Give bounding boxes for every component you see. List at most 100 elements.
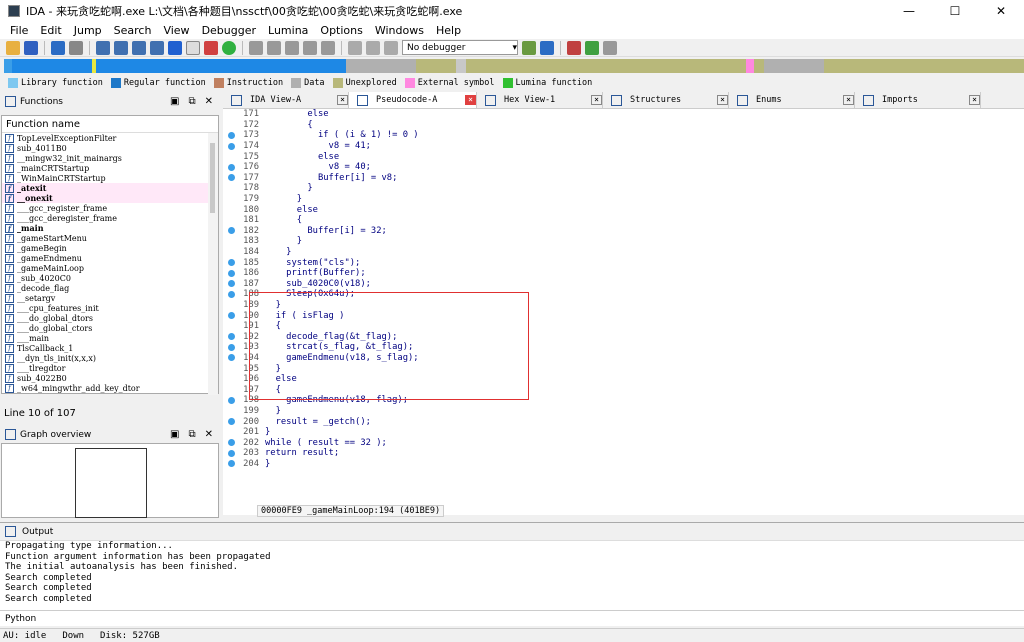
tab-close-icon[interactable]: × bbox=[717, 95, 728, 105]
pin-icon[interactable] bbox=[303, 40, 317, 55]
pause-icon[interactable] bbox=[366, 40, 380, 55]
menu-help[interactable]: Help bbox=[436, 24, 461, 37]
breakpoint-dot-icon[interactable] bbox=[228, 174, 235, 182]
code-line[interactable]: 203 return result; bbox=[223, 448, 1024, 459]
function-list-item[interactable]: f _WinMainCRTStartup bbox=[2, 173, 208, 183]
function-list-item[interactable]: f __dyn_tls_init(x,x,x) bbox=[2, 353, 208, 363]
code-text[interactable]: else bbox=[265, 205, 318, 215]
code-text[interactable]: { bbox=[265, 215, 302, 225]
jump-down-icon[interactable] bbox=[168, 40, 182, 55]
code-text[interactable]: result = _getch(); bbox=[265, 417, 371, 427]
breakpoint-dot-icon[interactable] bbox=[228, 439, 235, 447]
code-text[interactable]: system("cls"); bbox=[265, 258, 360, 268]
python-input-row[interactable]: Python bbox=[0, 610, 1024, 626]
code-line[interactable]: 185 system("cls"); bbox=[223, 257, 1024, 268]
breakpoint-dot-icon[interactable] bbox=[228, 163, 235, 171]
function-list-item[interactable]: f ___tlregdtor bbox=[2, 363, 208, 373]
panel-close-icon[interactable]: ✕ bbox=[205, 96, 213, 107]
breakpoint-dot-icon[interactable] bbox=[228, 111, 235, 118]
code-text[interactable]: printf(Buffer); bbox=[265, 268, 365, 278]
code-line[interactable]: 201} bbox=[223, 427, 1024, 438]
function-list-item[interactable]: f _w64_mingwthr_add_key_dtor bbox=[2, 383, 208, 393]
code-text[interactable]: v8 = 41; bbox=[265, 141, 371, 151]
tab-enums[interactable]: Enums × bbox=[729, 92, 855, 108]
breakpoint-dot-icon[interactable] bbox=[228, 386, 235, 393]
function-list-item[interactable]: f ___main bbox=[2, 333, 208, 343]
breakpoint-dot-icon[interactable] bbox=[228, 206, 235, 213]
code-line[interactable]: 187 sub_4020C0(v18); bbox=[223, 279, 1024, 290]
text-search-icon[interactable] bbox=[114, 40, 128, 55]
function-list-item[interactable]: f ___gcc_deregister_frame bbox=[2, 213, 208, 223]
minimize-button[interactable]: — bbox=[886, 0, 932, 22]
breakpoint-dot-icon[interactable] bbox=[228, 354, 235, 362]
code-line[interactable]: 204} bbox=[223, 459, 1024, 470]
breakpoint-dot-icon[interactable] bbox=[228, 196, 235, 203]
function-list-item[interactable]: f _mainCRTStartup bbox=[2, 163, 208, 173]
save-icon[interactable] bbox=[24, 40, 38, 55]
close-x-icon[interactable] bbox=[321, 40, 335, 55]
menu-file[interactable]: File bbox=[10, 24, 28, 37]
tab-pseudocode-a[interactable]: Pseudocode-A × bbox=[349, 92, 477, 108]
breakpoint-dot-icon[interactable] bbox=[228, 142, 235, 150]
breakpoint-dot-icon[interactable] bbox=[228, 301, 235, 308]
code-line[interactable]: 172 { bbox=[223, 120, 1024, 131]
function-list-item[interactable]: f ___do_global_ctors bbox=[2, 323, 208, 333]
code-text[interactable]: } bbox=[265, 427, 270, 437]
menu-edit[interactable]: Edit bbox=[40, 24, 61, 37]
stop-icon[interactable] bbox=[384, 40, 398, 55]
menu-search[interactable]: Search bbox=[114, 24, 152, 37]
code-text[interactable]: { bbox=[265, 120, 312, 130]
code-line[interactable]: 176 v8 = 40; bbox=[223, 162, 1024, 173]
close-button[interactable]: ✕ bbox=[978, 0, 1024, 22]
code-line[interactable]: 186 printf(Buffer); bbox=[223, 268, 1024, 279]
tab-close-icon[interactable]: × bbox=[843, 95, 854, 105]
immediate-search-icon[interactable] bbox=[132, 40, 146, 55]
function-list-item[interactable]: f __mingw32_init_mainargs bbox=[2, 153, 208, 163]
breakpoint-dot-icon[interactable] bbox=[228, 333, 235, 341]
panel-menu-icon[interactable]: ▣ bbox=[170, 96, 179, 107]
breakpoint-dot-icon[interactable] bbox=[228, 449, 235, 457]
breakpoint-dot-icon[interactable] bbox=[228, 269, 235, 277]
graph-icon[interactable] bbox=[204, 40, 218, 55]
code-text[interactable]: } bbox=[265, 406, 281, 416]
delete-breakpoint-icon[interactable] bbox=[603, 40, 617, 55]
navigation-band[interactable] bbox=[4, 59, 1024, 73]
function-list-item[interactable]: f __setargv bbox=[2, 293, 208, 303]
patch-icon[interactable] bbox=[285, 40, 299, 55]
breakpoint-dot-icon[interactable] bbox=[228, 121, 235, 128]
function-list-item[interactable]: f _gameEndmenu bbox=[2, 253, 208, 263]
function-list-item[interactable]: f ___gcc_register_frame bbox=[2, 203, 208, 213]
code-line[interactable]: 181 { bbox=[223, 215, 1024, 226]
code-line[interactable]: 200 result = _getch(); bbox=[223, 416, 1024, 427]
code-text[interactable]: } bbox=[265, 459, 270, 469]
tab-structures[interactable]: Structures × bbox=[603, 92, 729, 108]
function-list-item[interactable]: f ___do_global_dtors bbox=[2, 313, 208, 323]
code-line[interactable]: 179 } bbox=[223, 194, 1024, 205]
breakpoint-dot-icon[interactable] bbox=[228, 312, 235, 320]
breakpoint-dot-icon[interactable] bbox=[228, 429, 235, 436]
functions-scrollbar[interactable] bbox=[208, 133, 218, 395]
code-line[interactable]: 180 else bbox=[223, 204, 1024, 215]
struct-icon[interactable] bbox=[267, 40, 281, 55]
panel-menu-icon[interactable]: ▣ bbox=[170, 429, 179, 440]
function-list-item[interactable]: f _main bbox=[2, 223, 208, 233]
run-icon[interactable] bbox=[222, 40, 236, 55]
function-list-item[interactable]: f _gameStartMenu bbox=[2, 233, 208, 243]
next-search-icon[interactable] bbox=[150, 40, 164, 55]
breakpoint-dot-icon[interactable] bbox=[228, 407, 235, 414]
code-text[interactable]: if ( (i & 1) != 0 ) bbox=[265, 130, 419, 140]
breakpoint-dot-icon[interactable] bbox=[228, 238, 235, 245]
code-text[interactable]: v8 = 40; bbox=[265, 162, 371, 172]
code-text[interactable]: sub_4020C0(v18); bbox=[265, 279, 371, 289]
function-list-item[interactable]: f _gameBegin bbox=[2, 243, 208, 253]
code-text[interactable]: else bbox=[265, 152, 339, 162]
breakpoint-list-icon[interactable] bbox=[567, 40, 581, 55]
code-line[interactable]: 174 v8 = 41; bbox=[223, 141, 1024, 152]
function-list-item[interactable]: f TopLevelExceptionFilter bbox=[2, 133, 208, 143]
code-text[interactable]: Buffer[i] = 32; bbox=[265, 226, 386, 236]
breakpoint-dot-icon[interactable] bbox=[228, 185, 235, 192]
menu-windows[interactable]: Windows bbox=[375, 24, 424, 37]
code-text[interactable]: Buffer[i] = v8; bbox=[265, 173, 397, 183]
breakpoint-dot-icon[interactable] bbox=[228, 249, 235, 256]
code-line[interactable]: 173 if ( (i & 1) != 0 ) bbox=[223, 130, 1024, 141]
